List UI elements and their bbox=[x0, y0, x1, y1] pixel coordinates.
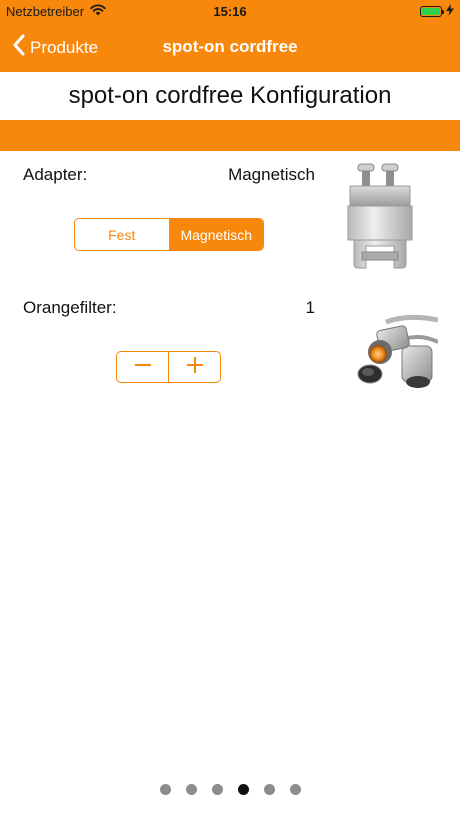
status-bar: Netzbetreiber 15:16 bbox=[0, 0, 460, 24]
navigation-bar: Produkte spot-on cordfree bbox=[0, 24, 460, 72]
orangefilter-label: Orangefilter: bbox=[23, 298, 117, 317]
status-time: 15:16 bbox=[213, 4, 247, 19]
page-dot[interactable] bbox=[211, 784, 223, 795]
page-dot[interactable] bbox=[185, 784, 197, 795]
increment-button[interactable] bbox=[168, 352, 220, 382]
adapter-product-image bbox=[340, 160, 420, 277]
orangefilter-product-image bbox=[356, 312, 439, 397]
adapter-segmented-control[interactable]: Fest Magnetisch bbox=[74, 218, 264, 251]
battery-group bbox=[420, 4, 454, 19]
adapter-value: Magnetisch bbox=[228, 165, 315, 184]
adapter-label: Adapter: bbox=[23, 165, 88, 184]
page-dot[interactable] bbox=[263, 784, 275, 795]
battery-icon bbox=[420, 6, 444, 17]
orangefilter-stepper[interactable] bbox=[116, 351, 221, 383]
nav-title: spot-on cordfree bbox=[162, 37, 298, 56]
screen: Netzbetreiber 15:16 Produkte spot-on cor… bbox=[0, 0, 460, 818]
page-dot[interactable] bbox=[159, 784, 171, 795]
plus-icon bbox=[185, 355, 205, 380]
page-dot[interactable] bbox=[237, 784, 249, 795]
orangefilter-value: 1 bbox=[305, 298, 315, 317]
segment-fest[interactable]: Fest bbox=[75, 219, 169, 250]
minus-icon bbox=[133, 355, 153, 380]
decrement-button[interactable] bbox=[117, 352, 168, 382]
section-divider-band bbox=[0, 120, 460, 151]
page-title: spot-on cordfree Konfiguration bbox=[68, 82, 392, 109]
page-indicator[interactable] bbox=[0, 784, 460, 795]
bolt-icon bbox=[446, 4, 454, 19]
segment-magnetisch[interactable]: Magnetisch bbox=[168, 219, 263, 250]
page-dot[interactable] bbox=[289, 784, 301, 795]
